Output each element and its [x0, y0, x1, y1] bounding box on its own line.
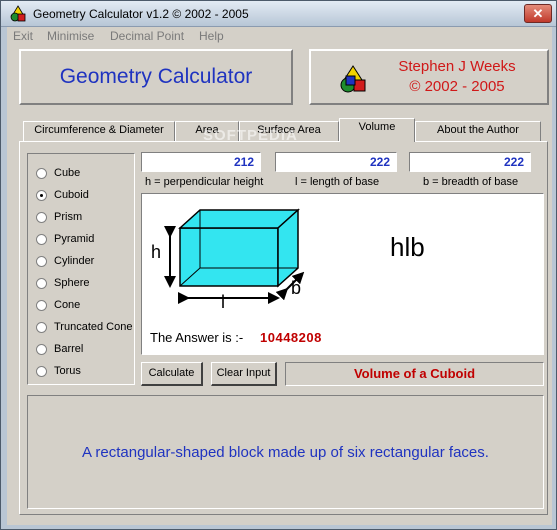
tab-surface-area[interactable]: Surface Area [239, 121, 339, 141]
tab-label: Volume [358, 121, 396, 133]
height-caption: h = perpendicular height [145, 176, 264, 188]
radio-label: Prism [54, 211, 83, 223]
tab-about-author[interactable]: About the Author [415, 121, 541, 141]
tab-circumference-diameter[interactable]: Circumference & Diameter [23, 121, 175, 141]
clear-input-button[interactable]: Clear Input [211, 362, 277, 386]
menu-help[interactable]: Help [199, 29, 224, 43]
client-area: Geometry Calculator Stephen J Weeks © 20… [7, 45, 552, 525]
tab-label: About the Author [437, 124, 519, 136]
description-panel: A rectangular-shaped block made up of si… [27, 395, 544, 509]
radio-label: Pyramid [54, 233, 95, 245]
window-title: Geometry Calculator v1.2 © 2002 - 2005 [33, 7, 249, 21]
app-window: Geometry Calculator v1.2 © 2002 - 2005 ✕… [0, 0, 557, 530]
radio-button[interactable] [36, 322, 47, 333]
radio-button[interactable] [36, 168, 47, 179]
radio-label: Cube [54, 167, 81, 179]
radio-button[interactable] [36, 190, 47, 201]
radio-button[interactable] [36, 366, 47, 377]
calculate-button[interactable]: Calculate [141, 362, 203, 386]
cuboid-front-face [179, 227, 279, 287]
app-icon [10, 5, 26, 22]
tab-label: Area [195, 124, 219, 136]
answer-label: The Answer is :- [150, 330, 244, 345]
tab-area[interactable]: Area [175, 121, 239, 141]
breadth-label: b [291, 278, 302, 298]
cuboid-diagram [164, 208, 305, 304]
radio-label: Truncated Cone [54, 321, 133, 333]
author-name: Stephen J Weeks [398, 58, 516, 75]
menu-minimise[interactable]: Minimise [47, 29, 94, 43]
diagram-panel: h l b hlb The Answer is :- 10448208 [141, 193, 544, 355]
radio-label: Cuboid [54, 189, 89, 201]
title-bar[interactable]: Geometry Calculator v1.2 © 2002 - 2005 ✕ [1, 1, 556, 27]
radio-button[interactable] [36, 256, 47, 267]
close-icon: ✕ [532, 6, 544, 21]
length-label: l [221, 292, 225, 312]
shape-description: A rectangular-shaped block made up of si… [82, 444, 489, 461]
radio-label: Cylinder [54, 255, 95, 267]
answer-value: 10448208 [260, 330, 322, 345]
radio-label: Barrel [54, 343, 84, 355]
shape-selector: Cube Cuboid Prism Pyramid Cylinder Spher… [27, 153, 135, 385]
shapes-logo-icon [340, 65, 366, 93]
menu-exit[interactable]: Exit [13, 29, 33, 43]
copyright-years: © 2002 - 2005 [409, 78, 505, 95]
radio-button[interactable] [36, 212, 47, 223]
tab-label: Surface Area [257, 124, 321, 136]
radio-label: Sphere [54, 277, 90, 289]
length-caption: l = length of base [295, 176, 380, 188]
app-title: Geometry Calculator [59, 65, 253, 88]
radio-label: Torus [54, 365, 81, 377]
breadth-input[interactable]: 222 [409, 152, 531, 172]
radio-button[interactable] [36, 344, 47, 355]
menu-bar: Exit Minimise Decimal Point Help [7, 27, 552, 45]
radio-button[interactable] [36, 300, 47, 311]
author-panel: Stephen J Weeks © 2002 - 2005 [309, 49, 549, 105]
radio-label: Cone [54, 299, 81, 311]
height-input[interactable]: 212 [141, 152, 261, 172]
app-title-panel: Geometry Calculator [19, 49, 293, 105]
menu-decimal-point[interactable]: Decimal Point [110, 29, 184, 43]
height-label: h [151, 242, 162, 262]
radio-button[interactable] [36, 234, 47, 245]
result-title: Volume of a Cuboid [285, 362, 544, 386]
tab-label: Circumference & Diameter [34, 124, 164, 136]
tab-volume[interactable]: Volume [339, 118, 415, 142]
volume-formula: hlb [390, 232, 425, 262]
length-input[interactable]: 222 [275, 152, 397, 172]
radio-button[interactable] [36, 278, 47, 289]
breadth-caption: b = breadth of base [423, 176, 519, 188]
close-button[interactable]: ✕ [524, 4, 552, 23]
